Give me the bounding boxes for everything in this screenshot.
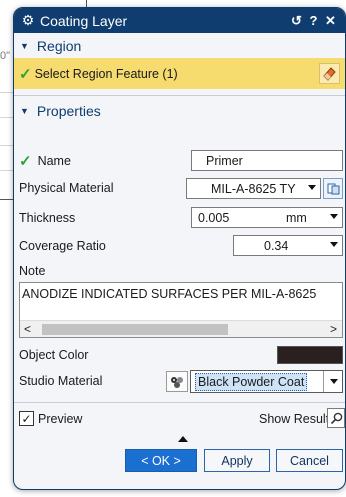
note-textarea[interactable]: ANODIZE INDICATED SURFACES PER MIL-A-862… (19, 282, 343, 338)
studio-material-value: Black Powder Coat (195, 372, 308, 391)
region-header-label: Region (36, 38, 82, 54)
magnifier-icon (330, 412, 342, 424)
studio-material-dropdown[interactable]: Black Powder Coat (190, 370, 343, 393)
reset-icon[interactable]: ↺ (288, 13, 305, 29)
footer-divider (14, 402, 345, 403)
checkmark-icon: ✓ (19, 65, 32, 83)
scroll-right-icon[interactable]: > (330, 322, 337, 336)
region-section-header[interactable]: ▼ Region (14, 35, 345, 57)
dialog-titlebar[interactable]: ⚙ Coating Layer ↺ ? ✕ (14, 8, 345, 33)
properties-header-label: Properties (36, 103, 101, 119)
scroll-thumb[interactable] (42, 324, 228, 335)
background-fragment-text: 0" (0, 50, 11, 62)
eraser-icon[interactable] (319, 63, 340, 84)
name-label: Name (37, 154, 71, 168)
help-icon[interactable]: ? (305, 13, 322, 28)
preview-row: ✓ Preview (19, 411, 82, 426)
note-label: Note (19, 264, 46, 278)
cancel-button[interactable]: Cancel (276, 449, 343, 472)
scroll-left-icon[interactable]: < (24, 322, 31, 336)
physical-material-value: MIL-A-8625 TY (211, 181, 296, 196)
studio-material-label: Studio Material (19, 374, 103, 388)
note-text: ANODIZE INDICATED SURFACES PER MIL-A-862… (22, 287, 317, 301)
thickness-unit: mm (286, 210, 307, 225)
properties-section-header[interactable]: ▼ Properties (14, 100, 345, 122)
show-result-label: Show Result (259, 412, 330, 426)
dropdown-separator (323, 371, 324, 392)
coating-layer-dialog: ⚙ Coating Layer ↺ ? ✕ ▼ Region ✓ Select … (13, 7, 346, 490)
name-input[interactable]: Primer (191, 150, 343, 171)
chevron-down-icon (330, 379, 338, 384)
chevron-down-icon (330, 214, 338, 219)
palette-icon (171, 376, 183, 388)
preview-checkbox[interactable]: ✓ (19, 411, 34, 426)
ok-button[interactable]: < OK > (125, 449, 197, 472)
name-row: ✓ Name (19, 152, 71, 170)
apply-button[interactable]: Apply (204, 449, 270, 472)
coverage-ratio-label: Coverage Ratio (19, 239, 106, 253)
thickness-label: Thickness (19, 211, 76, 225)
show-result-button[interactable] (327, 408, 345, 428)
coverage-ratio-dropdown[interactable]: 0.34 (233, 235, 343, 256)
studio-material-picker-button[interactable] (166, 371, 188, 392)
caret-down-icon: ▼ (20, 41, 29, 51)
checkmark-icon: ✓ (19, 153, 32, 170)
chevron-down-icon (308, 185, 316, 190)
material-library-button[interactable] (323, 178, 343, 199)
preview-label: Preview (38, 411, 83, 426)
coverage-ratio-value: 0.34 (264, 238, 289, 253)
caret-down-icon: ▼ (20, 106, 29, 116)
thickness-value: 0.005 (198, 210, 230, 225)
material-library-icon (327, 183, 339, 195)
gear-icon: ⚙ (21, 12, 35, 28)
collapse-arrow-icon[interactable] (178, 436, 188, 442)
select-region-label: Select Region Feature (1) (34, 66, 178, 81)
close-icon[interactable]: ✕ (322, 13, 339, 29)
select-region-row[interactable]: ✓ Select Region Feature (1) (14, 58, 345, 89)
physical-material-dropdown[interactable]: MIL-A-8625 TY (186, 178, 321, 199)
note-horizontal-scrollbar[interactable]: < > (20, 320, 342, 337)
thickness-input[interactable]: 0.005 mm (191, 207, 343, 228)
chevron-down-icon (330, 242, 338, 247)
section-divider (14, 95, 345, 96)
dialog-title: Coating Layer (40, 12, 128, 29)
object-color-label: Object Color (19, 348, 89, 362)
object-color-swatch[interactable] (277, 346, 343, 364)
physical-material-label: Physical Material (19, 181, 114, 195)
